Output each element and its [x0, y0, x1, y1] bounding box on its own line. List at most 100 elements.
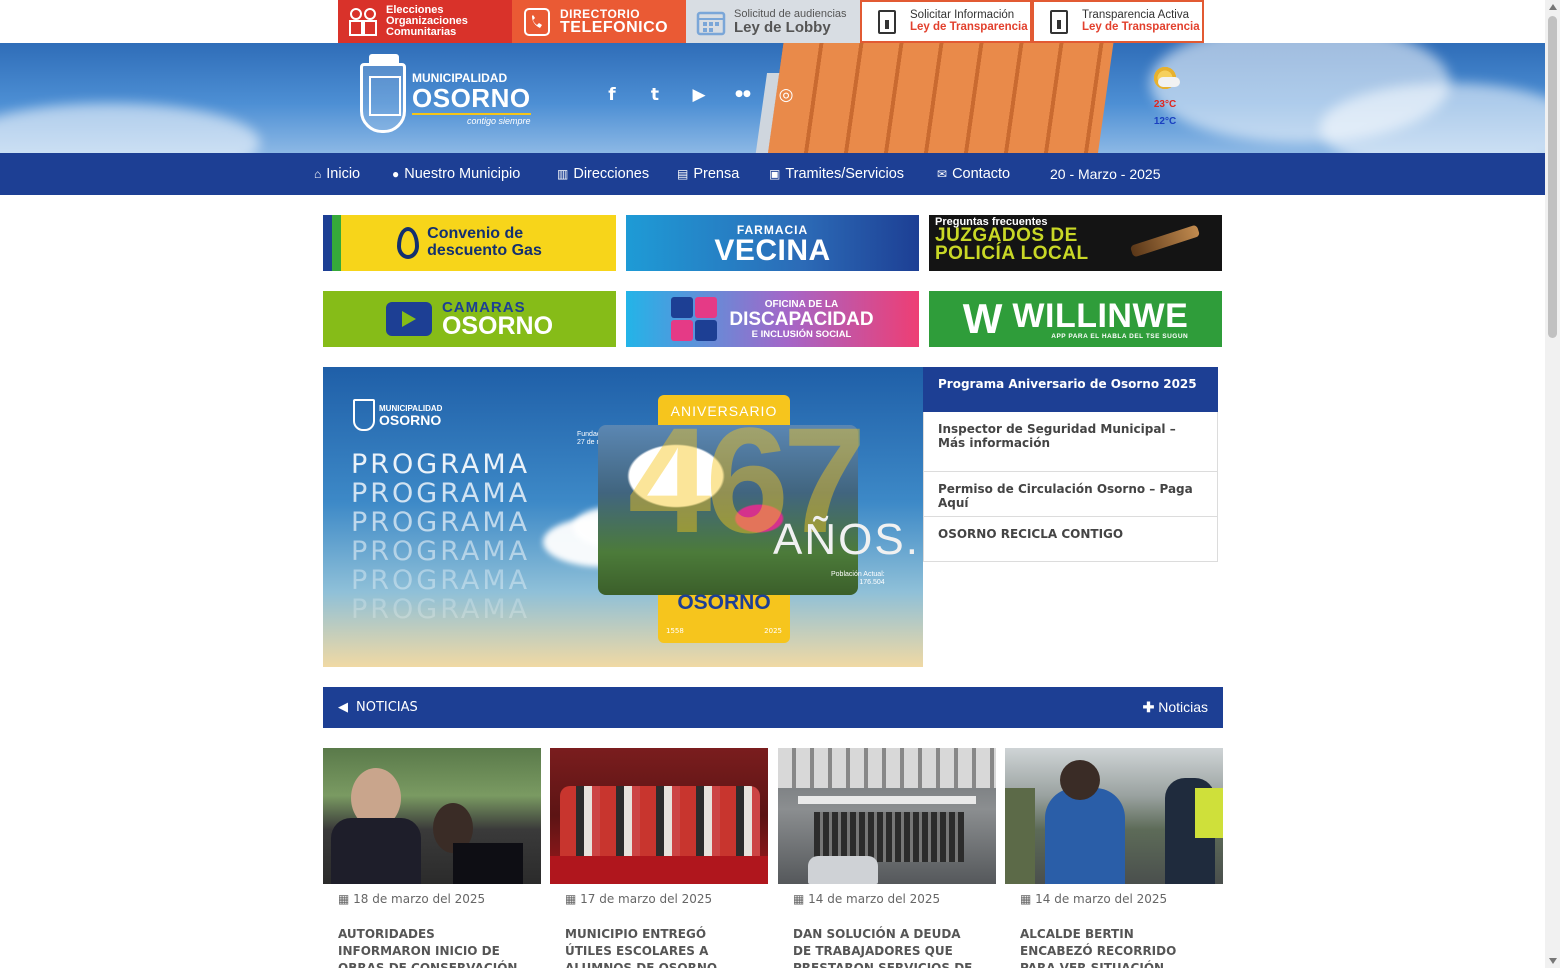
elecciones-line3: Comunitarias [386, 26, 457, 38]
news-section-header: ◀ NOTICIAS ✚ Noticias [323, 687, 1223, 728]
camaras-osorno-banner[interactable]: CAMARAS OSORNO [323, 291, 616, 347]
slider-item-title: Permiso de Circulación Osorno – Paga Aqu… [938, 482, 1193, 511]
nav-tramites-servicios[interactable]: ▣ Tramites/Servicios [769, 153, 904, 195]
nav-label: Contacto [952, 166, 1011, 182]
nav-prensa[interactable]: ▤ Prensa [677, 153, 739, 195]
slider-list-item[interactable]: Inspector de Seguridad Municipal – Más i… [923, 412, 1218, 472]
coat-of-arms-icon [353, 399, 375, 431]
directorio-line1: DIRECTORIO [560, 6, 641, 21]
weather-high: 23°C [1153, 99, 1177, 110]
accessibility-icon [671, 297, 718, 341]
calendar-icon: ▦ [565, 892, 581, 906]
directorio-telefonico-link[interactable]: DIRECTORIO TELEFONICO [512, 0, 686, 43]
scrollbar-thumb[interactable] [1548, 16, 1557, 338]
juzgados-policia-local-banner[interactable]: Preguntas frecuentes JUZGADOS DE POLICÍA… [929, 215, 1222, 271]
elecciones-banner-link[interactable]: Elecciones Organizaciones Comunitarias [338, 0, 512, 43]
badge-city: OSORNO [677, 591, 771, 614]
programa-text: PROGRAMA [351, 449, 531, 480]
instagram-icon: ◎ [778, 85, 794, 105]
slider-item-title: Programa Aniversario de Osorno 2025 [938, 377, 1197, 391]
municipalidad-logo[interactable]: MUNICIPALIDAD OSORNO contigo siempre [360, 54, 531, 133]
poblacion-label: Población Actual: 176.504 [831, 571, 885, 586]
camaras-line2: OSORNO [441, 311, 554, 340]
transparencia-activa-link[interactable]: Transparencia Activa Ley de Transparenci… [1032, 0, 1204, 43]
year-end: 2025 [764, 627, 782, 635]
news-image[interactable] [1005, 748, 1223, 884]
user-icon: ● [392, 167, 400, 181]
slider-list-item[interactable]: Permiso de Circulación Osorno – Paga Aqu… [923, 472, 1218, 517]
more-news-link[interactable]: ✚ Noticias [1143, 699, 1208, 716]
year-start: 1558 [666, 627, 684, 635]
ley-de-lobby-link[interactable]: Solicitud de audiencias Ley de Lobby [686, 0, 860, 43]
news-title[interactable]: MUNICIPIO ENTREGÓ ÚTILES ESCOLARES A ALU… [565, 926, 753, 968]
scroll-down-arrow-icon[interactable] [1549, 958, 1557, 964]
slider-list-item[interactable]: Programa Aniversario de Osorno 2025 [923, 367, 1218, 412]
facebook-icon: f [608, 85, 616, 105]
news-card[interactable]: ▦ 14 de marzo del 2025 ALCALDE BERTIN EN… [1005, 748, 1223, 968]
flame-icon [397, 227, 420, 259]
slider-list-item[interactable]: OSORNO RECICLA CONTIGO [923, 517, 1218, 562]
news-card[interactable]: ▦ 14 de marzo del 2025 DAN SOLUCIÓN A DE… [778, 748, 996, 968]
willinwe-banner[interactable]: W WILLINWE APP PARA EL HABLA DEL TSE SUG… [929, 291, 1222, 347]
youtube-icon: ▶ [692, 85, 706, 105]
farmacia-vecina-banner[interactable]: FARMACIA VECINA [626, 215, 919, 271]
oficina-discapacidad-banner[interactable]: OFICINA DE LA DISCAPACIDAD E INCLUSIÓN S… [626, 291, 919, 347]
news-section-title: NOTICIAS [356, 700, 418, 715]
nav-inicio[interactable]: ⌂ Inicio [314, 153, 360, 195]
news-image[interactable] [778, 748, 996, 884]
news-image[interactable] [550, 748, 768, 884]
jpl-line2: POLICÍA LOCAL [935, 243, 1089, 265]
megaphone-icon: ◀ [338, 700, 348, 715]
convenio-gas-banner[interactable]: Convenio de descuento Gas [323, 215, 616, 271]
news-title[interactable]: ALCALDE BERTIN ENCABEZÓ RECORRIDO PARA V… [1020, 926, 1208, 968]
logo-line2: OSORNO [412, 82, 531, 113]
calendar-icon [694, 5, 728, 39]
directorio-line2: TELEFONICO [560, 18, 669, 36]
transparencia-line2: Ley de Transparencia [1082, 20, 1200, 33]
document-icon [878, 9, 896, 34]
gas-line2: descuento Gas [427, 242, 542, 259]
envelope-icon: ✉ [937, 167, 948, 181]
top-banner-strip: Elecciones Organizaciones Comunitarias D… [0, 0, 1545, 43]
nav-label: Direcciones [573, 166, 650, 182]
page-scrollbar[interactable] [1545, 0, 1560, 968]
programa-text: PROGRAMA [351, 507, 531, 538]
featured-slider-image[interactable]: MUNICIPALIDAD OSORNO PROGRAMA PROGRAMA P… [323, 367, 923, 667]
gas-line1: Convenio de [427, 225, 524, 243]
current-date: 20 - Marzo - 2025 [1050, 166, 1161, 182]
slider-titles-list: Programa Aniversario de Osorno 2025 Insp… [923, 367, 1218, 562]
willinwe-line1: WILLINWE [1012, 296, 1189, 335]
video-camera-icon [385, 302, 432, 336]
calendar-icon: ▦ [1020, 892, 1036, 906]
twitter-icon: t [650, 85, 660, 105]
news-card[interactable]: ▦ 18 de marzo del 2025 AUTORIDADES INFOR… [323, 748, 541, 968]
building-icon: ▥ [557, 167, 569, 181]
solicitar-line2: Ley de Transparencia [910, 20, 1028, 33]
news-date: 17 de marzo del 2025 [580, 892, 713, 906]
news-title[interactable]: DAN SOLUCIÓN A DEUDA DE TRABAJADORES QUE… [793, 926, 981, 968]
transparencia-line1: Transparencia Activa [1082, 9, 1189, 21]
header-building-image [765, 43, 1115, 153]
nav-nuestro-municipio[interactable]: ● Nuestro Municipio [392, 153, 520, 195]
gavel-icon [1129, 224, 1201, 258]
news-title[interactable]: AUTORIDADES INFORMARON INICIO DE OBRAS D… [338, 926, 526, 968]
nav-label: Nuestro Municipio [404, 166, 521, 182]
news-date: 18 de marzo del 2025 [353, 892, 486, 906]
solicitar-informacion-link[interactable]: Solicitar Información Ley de Transparenc… [860, 0, 1032, 43]
news-card[interactable]: ▦ 17 de marzo del 2025 MUNICIPIO ENTREGÓ… [550, 748, 768, 968]
partly-cloudy-icon [1152, 65, 1180, 91]
nav-label: Tramites/Servicios [785, 166, 905, 182]
aniversario-badge: ANIVERSARIO 467 OSORNO 1558 2025 [598, 395, 866, 643]
programa-text: PROGRAMA [351, 565, 531, 596]
scroll-up-arrow-icon[interactable] [1549, 4, 1557, 10]
willinwe-logo-mark: W [962, 295, 1003, 342]
newspaper-icon: ▤ [677, 167, 689, 181]
flickr-icon: ●● [735, 89, 751, 99]
plus-icon: ✚ [1142, 699, 1159, 715]
news-image[interactable] [323, 748, 541, 884]
coat-of-arms-icon [360, 54, 406, 133]
nav-direcciones[interactable]: ▥ Direcciones [557, 153, 649, 195]
calendar-icon: ▦ [793, 892, 809, 906]
nav-contacto[interactable]: ✉ Contacto [937, 153, 1010, 195]
header-cloud [0, 103, 260, 153]
